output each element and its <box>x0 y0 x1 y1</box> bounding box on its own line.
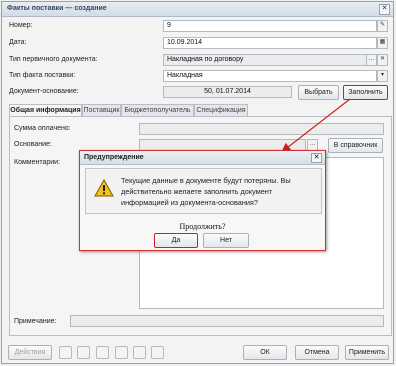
dialog-title: Предупреждение <box>84 154 144 161</box>
dialog-message-box: Текущие данные в документе будут потерян… <box>85 168 322 214</box>
no-button[interactable]: Нет <box>203 233 249 248</box>
dialog-titlebar: Предупреждение ✕ <box>80 151 325 165</box>
warning-icon <box>94 179 114 197</box>
warning-dialog: Предупреждение ✕ Текущие данные в докуме… <box>79 150 326 251</box>
dialog-close-icon[interactable]: ✕ <box>311 153 322 163</box>
dialog-message: Текущие данные в документе будут потерян… <box>121 176 291 207</box>
yes-button[interactable]: Да <box>154 233 198 248</box>
dialog-prompt: Продолжить? <box>179 222 226 231</box>
